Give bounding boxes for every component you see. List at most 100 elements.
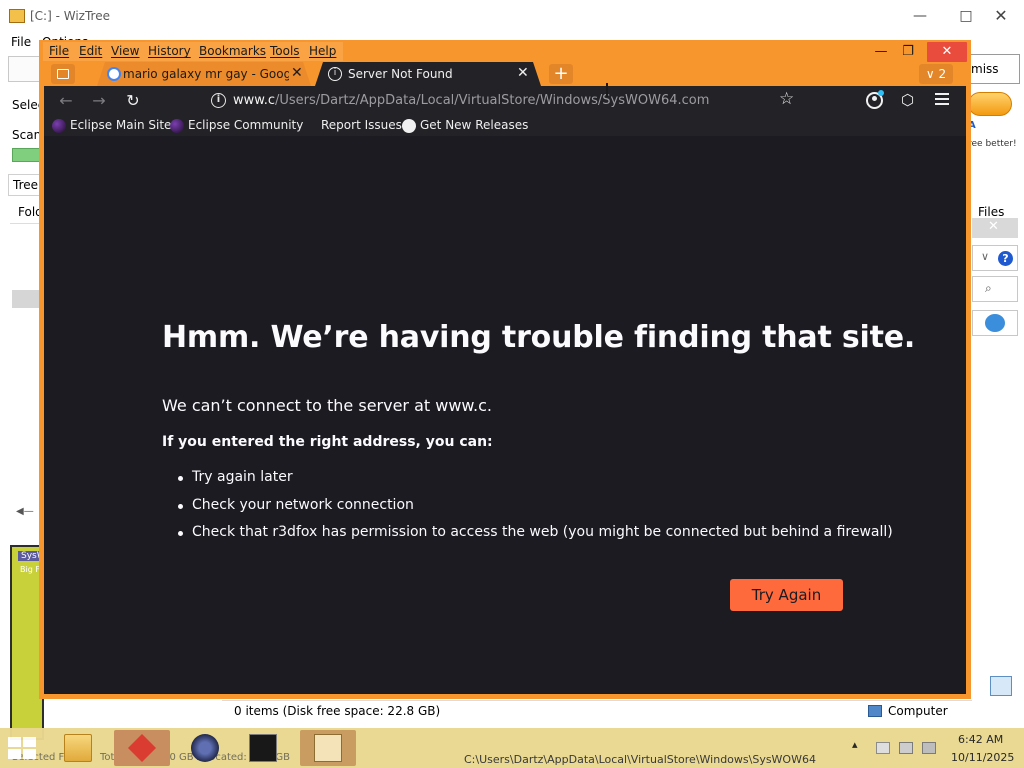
menu-tools[interactable]: Tools bbox=[270, 44, 300, 58]
firefox-view-icon bbox=[57, 69, 69, 79]
tray-expand-icon[interactable]: ▴ bbox=[852, 738, 858, 751]
scroll-left-icon[interactable]: ◀— bbox=[16, 506, 34, 517]
folder-tree-pane[interactable] bbox=[10, 224, 42, 504]
menu-view[interactable]: View bbox=[111, 44, 139, 58]
bookmark-label: Eclipse Main Site bbox=[70, 118, 172, 132]
hamburger-line bbox=[935, 98, 949, 100]
terminal-icon bbox=[249, 734, 277, 762]
url-bar[interactable]: i www.c/Users/Dartz/AppData/Local/Virtua… bbox=[202, 88, 806, 114]
chevron-down-icon: ∨ bbox=[981, 250, 990, 263]
action-center-icon[interactable] bbox=[876, 742, 890, 754]
eclipse-icon bbox=[52, 119, 66, 133]
wiztree-titlebar[interactable]: [C:] - WizTree — □ ✕ bbox=[0, 0, 1024, 32]
info-icon: i bbox=[328, 67, 342, 81]
minimize-button[interactable]: — bbox=[897, 4, 943, 28]
site-info-icon[interactable]: i bbox=[211, 93, 226, 108]
treemap-label-big: Big F bbox=[20, 565, 40, 574]
selected-tree-row[interactable] bbox=[12, 290, 42, 308]
try-again-button[interactable]: Try Again bbox=[730, 579, 843, 611]
menu-file[interactable]: File bbox=[11, 35, 31, 49]
taskbar-cmd[interactable] bbox=[235, 730, 291, 766]
wiztree-window-title: [C:] - WizTree bbox=[30, 9, 110, 23]
status-items-text: 0 items (Disk free space: 22.8 GB) bbox=[234, 704, 441, 718]
suggestion-item: Check your network connection bbox=[178, 497, 893, 525]
clock-time[interactable]: 6:42 AM bbox=[958, 733, 1003, 746]
hamburger-menu-icon[interactable] bbox=[935, 93, 949, 105]
tab-label: Server Not Found bbox=[348, 67, 453, 81]
error-suggestions: Try again later Check your network conne… bbox=[178, 469, 893, 552]
error-title: Hmm. We’re having trouble finding that s… bbox=[162, 320, 916, 355]
wiztree-app-icon bbox=[9, 9, 25, 23]
ad-tagline: ree better! bbox=[968, 139, 1017, 149]
eclipse-icon bbox=[170, 119, 184, 133]
extensions-icon[interactable]: ⬡ bbox=[901, 91, 914, 109]
github-icon bbox=[402, 119, 416, 133]
tab-tree-label: Tree bbox=[13, 178, 39, 192]
bookmark-star-icon[interactable]: ☆ bbox=[779, 89, 794, 109]
reload-icon[interactable]: ↻ bbox=[124, 92, 142, 110]
files-panel-close-icon[interactable]: ✕ bbox=[988, 219, 999, 234]
error-lead: If you entered the right address, you ca… bbox=[162, 434, 493, 450]
volume-icon[interactable] bbox=[922, 742, 936, 754]
tab-tree[interactable]: Tree bbox=[8, 174, 42, 196]
bookmark-label: Eclipse Community bbox=[188, 118, 304, 132]
folder-icon bbox=[64, 734, 92, 762]
navigation-toolbar: ← → ↻ i www.c/Users/Dartz/AppData/Local/… bbox=[44, 86, 966, 116]
taskbar-paint[interactable] bbox=[300, 730, 356, 766]
taskbar-explorer[interactable] bbox=[50, 730, 106, 766]
chevron-down-icon: ∨ bbox=[925, 67, 935, 81]
menu-history[interactable]: History bbox=[148, 44, 191, 58]
browser-titlebar[interactable]: File Edit View History Bookmarks Tools H… bbox=[39, 40, 971, 86]
search-icon: ⌕ bbox=[985, 281, 992, 295]
tab-strip: mario galaxy mr gay - Google Search ✕ i … bbox=[39, 62, 971, 86]
windows-logo-pane bbox=[23, 749, 36, 759]
tab-close-icon[interactable]: ✕ bbox=[517, 65, 529, 81]
ad-dismiss-box[interactable]: miss bbox=[968, 54, 1020, 84]
tab-google-search[interactable]: mario galaxy mr gay - Google Search ✕ bbox=[97, 62, 311, 86]
menu-edit[interactable]: Edit bbox=[79, 44, 102, 58]
files-tab[interactable]: Files bbox=[978, 205, 1004, 219]
forward-icon[interactable]: → bbox=[90, 92, 108, 110]
drive-selector[interactable] bbox=[8, 56, 40, 82]
menu-help[interactable]: Help bbox=[309, 44, 336, 58]
bookmark-label: Report Issues bbox=[321, 118, 402, 132]
scan-label: Scan bbox=[12, 128, 42, 142]
taskbar-wiztree[interactable] bbox=[114, 730, 170, 766]
browser-minimize-button[interactable]: — bbox=[866, 42, 896, 62]
list-all-tabs-button[interactable]: ∨ 2 bbox=[919, 64, 953, 84]
windows-logo-pane bbox=[8, 749, 21, 759]
browser-close-button[interactable]: ✕ bbox=[927, 42, 967, 62]
clock-date[interactable]: 10/11/2025 bbox=[951, 751, 1014, 764]
tab-label: mario galaxy mr gay - Google Search bbox=[123, 67, 289, 81]
new-tab-button[interactable]: + bbox=[549, 64, 573, 84]
r3dfox-icon bbox=[191, 734, 219, 762]
url-text[interactable]: www.c/Users/Dartz/AppData/Local/VirtualS… bbox=[233, 93, 709, 108]
url-path: /Users/Dartz/AppData/Local/VirtualStore/… bbox=[274, 93, 710, 108]
menu-bookmarks[interactable]: Bookmarks bbox=[199, 44, 266, 58]
url-host: www.c bbox=[233, 93, 275, 108]
browser-window: File Edit View History Bookmarks Tools H… bbox=[39, 40, 971, 699]
taskbar-r3dfox[interactable] bbox=[177, 730, 233, 766]
bookmarks-toolbar: Eclipse Main Site Eclipse Community Repo… bbox=[44, 116, 966, 136]
scan-progress-bar bbox=[12, 148, 42, 162]
view-mode-icon[interactable] bbox=[990, 676, 1012, 696]
browser-maximize-button[interactable]: ❐ bbox=[893, 42, 923, 62]
tab-server-not-found[interactable]: i Server Not Found ✕ bbox=[315, 62, 541, 86]
wiztree-icon bbox=[128, 734, 156, 762]
close-button[interactable]: ✕ bbox=[978, 4, 1024, 28]
back-icon[interactable]: ← bbox=[57, 92, 75, 110]
windows-logo-pane bbox=[23, 737, 36, 747]
network-icon[interactable] bbox=[899, 742, 913, 754]
menu-file[interactable]: File bbox=[49, 44, 69, 58]
tab-close-icon[interactable]: ✕ bbox=[291, 65, 303, 81]
files-options-button[interactable] bbox=[972, 310, 1018, 336]
text-cursor bbox=[606, 83, 608, 97]
start-button[interactable] bbox=[8, 737, 38, 761]
shell-icon bbox=[985, 314, 1005, 332]
folder-column-header[interactable]: Fold bbox=[10, 202, 43, 224]
files-search-box[interactable]: ⌕ bbox=[972, 276, 1018, 302]
bookmark-label: Get New Releases bbox=[420, 118, 529, 132]
help-icon[interactable]: ? bbox=[998, 251, 1013, 266]
firefox-view-button[interactable] bbox=[51, 64, 75, 84]
ad-pill-button[interactable] bbox=[968, 92, 1012, 116]
